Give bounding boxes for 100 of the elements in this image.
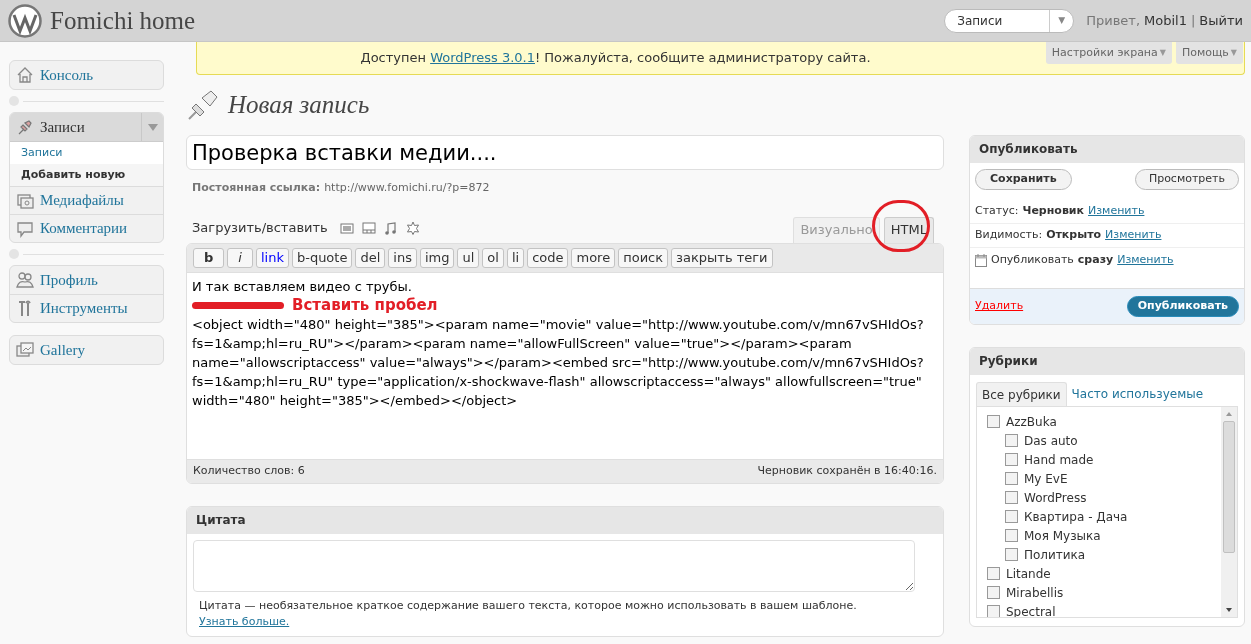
speech-bubble-icon	[16, 219, 34, 238]
pushpin-icon	[16, 118, 34, 136]
upload-label: Загрузить/вставить	[192, 219, 328, 237]
quicktag-button[interactable]: more	[571, 247, 616, 268]
category-label: WordPress	[1024, 489, 1087, 507]
checkbox[interactable]	[1005, 510, 1018, 523]
publish-button[interactable]: Опубликовать	[1126, 296, 1239, 317]
pushpin-icon	[186, 88, 220, 122]
checkbox[interactable]	[1005, 548, 1018, 561]
categories-title: Рубрики	[970, 348, 1244, 375]
page-title: Новая запись	[228, 90, 370, 121]
save-draft-button[interactable]: Сохранить	[975, 169, 1072, 190]
category-label: AzzBuka	[1006, 413, 1057, 431]
star-icon[interactable]	[405, 220, 420, 235]
calendar-icon	[975, 253, 987, 267]
image-icon[interactable]	[339, 220, 354, 235]
permalink-label: Постоянная ссылка:	[192, 180, 321, 196]
video-icon[interactable]	[361, 220, 376, 235]
media-icon	[16, 191, 34, 210]
checkbox[interactable]	[1005, 472, 1018, 485]
quicktag-button[interactable]: b	[193, 247, 225, 268]
category-label: Моя Музыка	[1024, 527, 1101, 545]
edit-link[interactable]: Изменить	[1088, 203, 1145, 220]
category-label: Mirabellis	[1006, 584, 1064, 602]
screen-tab[interactable]: Настройки экрана ▼	[1045, 42, 1172, 64]
gallery-icon	[16, 341, 34, 359]
learn-more-link[interactable]: Узнать больше.	[199, 614, 290, 628]
checkbox[interactable]	[1005, 453, 1018, 466]
quicktag-button[interactable]: ol	[482, 247, 504, 268]
tools-icon	[16, 299, 34, 318]
menu-item[interactable]: Инструменты	[10, 294, 163, 322]
title-field[interactable]: Проверка вставки медии....	[186, 135, 944, 170]
quicktag-button[interactable]: поиск	[618, 247, 669, 268]
quicktag-button[interactable]: link	[255, 247, 289, 268]
scrollbar[interactable]	[1221, 407, 1237, 617]
category-label: Квартира - Дача	[1024, 508, 1128, 526]
menu-item[interactable]: Gallery	[10, 336, 163, 364]
separator-text: |	[1190, 11, 1196, 30]
quicktag-button[interactable]: ul	[457, 247, 480, 268]
checkbox[interactable]	[1005, 491, 1018, 504]
category-label: My EvE	[1024, 470, 1068, 488]
quicktag-button[interactable]: del	[355, 247, 386, 268]
field-value: сразу	[1077, 251, 1114, 268]
submenu-item[interactable]: Добавить новую	[10, 164, 163, 186]
excerpt-field[interactable]	[193, 539, 915, 592]
favorites-dropdown[interactable]: Записи ▼	[944, 8, 1075, 33]
checkbox[interactable]	[987, 415, 1000, 428]
edit-link[interactable]: Изменить	[1117, 251, 1174, 269]
word-count: Количество слов: 6	[193, 462, 305, 479]
checkbox[interactable]	[1005, 529, 1018, 542]
field-label: Опубликовать	[991, 251, 1074, 268]
checkbox[interactable]	[987, 605, 1000, 617]
quicktag-button[interactable]: ins	[388, 247, 417, 268]
submenu-item[interactable]: Записи	[10, 142, 163, 164]
category-tab[interactable]: Все рубрики	[976, 382, 1067, 406]
excerpt-title: Цитата	[187, 506, 943, 534]
checkbox[interactable]	[987, 567, 1000, 580]
category-tab[interactable]: Часто используемые	[1066, 382, 1209, 406]
users-icon	[16, 271, 34, 289]
field-value: Открыто	[1046, 227, 1102, 244]
logo-icon	[8, 3, 42, 38]
category-label: Политика	[1024, 546, 1086, 564]
content-textarea[interactable]	[187, 272, 943, 459]
quicktag-button[interactable]: img	[419, 247, 455, 268]
menu-item[interactable]: Записи	[10, 113, 163, 141]
content-text: И так вставляем видео с трубы.	[192, 277, 413, 296]
quicktag-button[interactable]: li	[506, 247, 525, 268]
annotation-text: Вставить пробел	[292, 295, 438, 315]
quicktag-button[interactable]: b-quote	[291, 247, 353, 268]
quicktag-button[interactable]: code	[527, 247, 569, 268]
checkbox[interactable]	[1005, 434, 1018, 447]
edit-link[interactable]: Изменить	[1105, 227, 1162, 244]
category-label: Litande	[1006, 565, 1051, 583]
menu-item[interactable]: Профиль	[10, 266, 163, 294]
field-value: Черновик	[1022, 203, 1085, 220]
permalink-url: http://www.fomichi.ru/?p=872	[324, 180, 490, 196]
site-title: Fomichi home	[50, 5, 196, 36]
editor-tab[interactable]: HTML	[883, 216, 934, 243]
menu-item[interactable]: Комментарии	[10, 214, 163, 242]
house-icon	[16, 66, 34, 84]
user-name: Mobil1	[1144, 11, 1187, 30]
checkbox[interactable]	[987, 586, 1000, 599]
screen-tab[interactable]: Помощь ▼	[1175, 42, 1243, 64]
preview-button[interactable]: Просмотреть	[1134, 169, 1239, 190]
category-label: Das auto	[1024, 432, 1078, 450]
publish-title: Опубликовать	[970, 136, 1244, 163]
menu-item[interactable]: Медиафайлы	[10, 186, 163, 214]
wordpress-version-link[interactable]: WordPress 3.0.1	[430, 50, 535, 65]
music-note-icon[interactable]	[383, 220, 398, 235]
excerpt-help-text: Цитата — необязательное краткое содержание вашего текста, которое можно использовать в вашем шаблоне. Узнать больше.	[198, 597, 858, 630]
logout-link[interactable]: Выйти	[1199, 10, 1243, 31]
quicktag-button[interactable]: закрыть теги	[671, 247, 773, 268]
category-label: Hand made	[1024, 451, 1094, 469]
autosave-text: Черновик сохранён в 16:40:16.	[757, 462, 937, 479]
field-label: Статус:	[975, 203, 1019, 220]
menu-item[interactable]: Консоль	[10, 61, 163, 89]
quicktag-button[interactable]: i	[227, 247, 253, 268]
greeting-text: Привет,	[1086, 11, 1141, 30]
field-label: Видимость:	[975, 227, 1043, 244]
delete-link[interactable]: Удалить	[975, 298, 1024, 315]
